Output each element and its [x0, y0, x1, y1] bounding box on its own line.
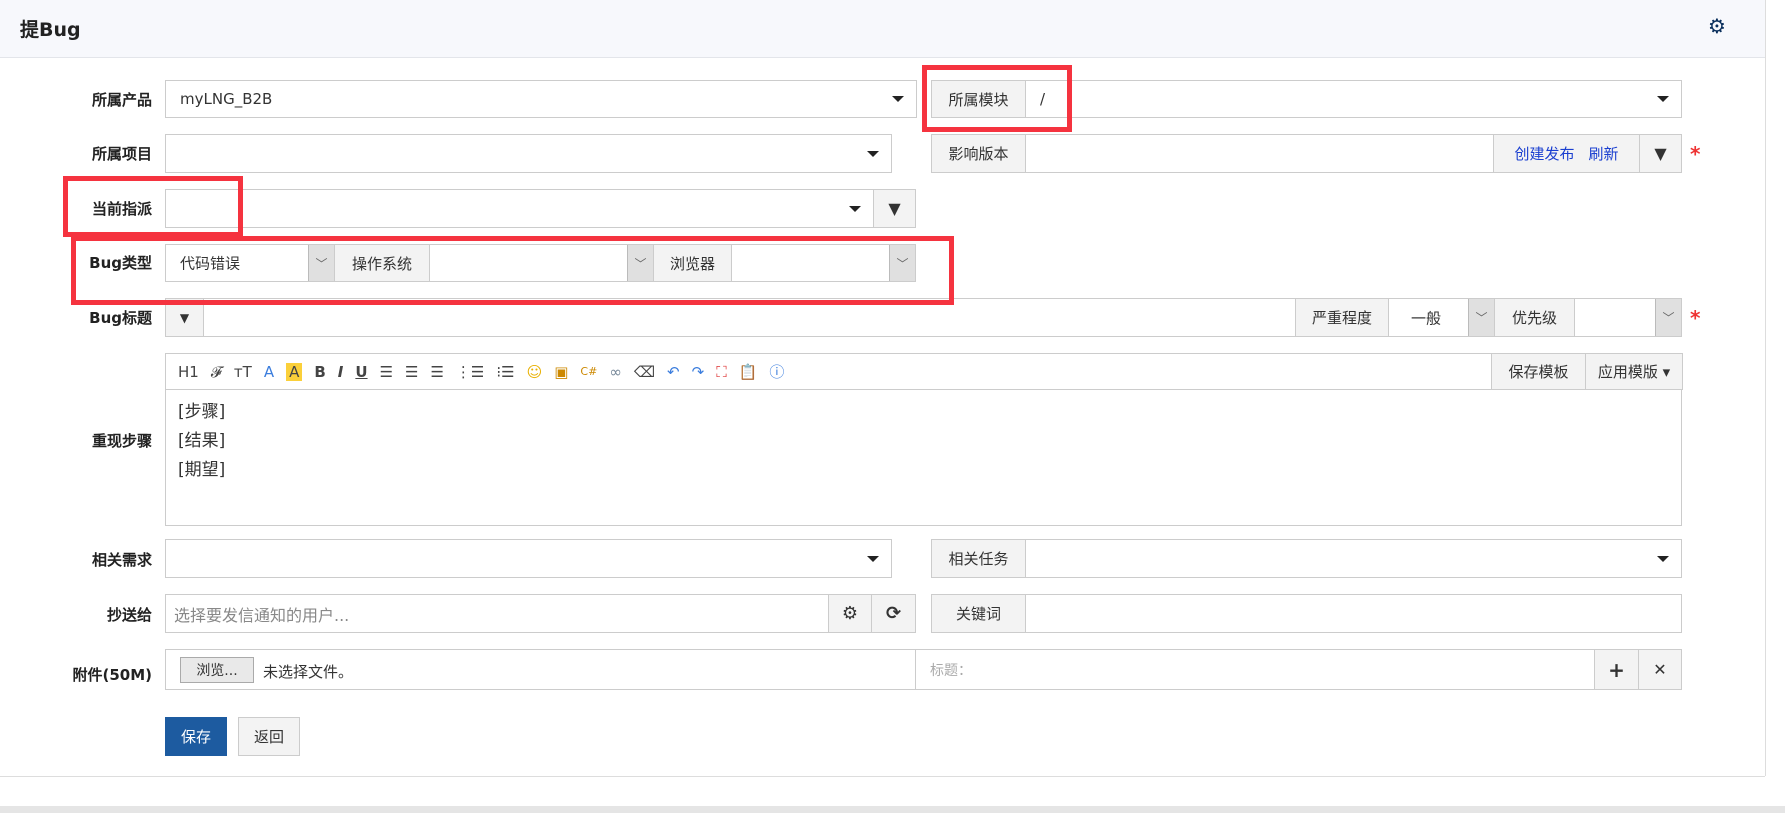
undo-icon[interactable]: ↶ [667, 363, 680, 381]
add-file-icon[interactable]: + [1594, 649, 1639, 690]
product-value: myLNG_B2B [180, 90, 273, 108]
italic-button[interactable]: I [338, 363, 344, 381]
project-select[interactable] [165, 134, 892, 173]
title-label: Bug标题 [89, 309, 152, 327]
file-title-input[interactable]: 标题： [915, 649, 1595, 690]
no-file-text: 未选择文件。 [263, 663, 354, 681]
font-family-button[interactable]: 𝓕 [211, 363, 222, 381]
required-mark: * [1690, 306, 1701, 330]
task-label: 相关任务 [931, 539, 1026, 578]
chevron-down-icon: ﹀ [1468, 299, 1494, 336]
link-icon[interactable]: ∞ [609, 363, 622, 381]
save-button[interactable]: 保存 [165, 717, 227, 756]
chevron-down-icon [867, 150, 879, 157]
page-title: 提Bug [20, 19, 81, 41]
mailto-label: 抄送给 [106, 606, 152, 624]
apply-template-button[interactable]: 应用模版 ▾ [1585, 353, 1683, 390]
heading-button[interactable]: H1 [178, 363, 199, 381]
highlight-box [922, 65, 1072, 132]
chevron-down-icon [1657, 96, 1669, 102]
fullscreen-icon[interactable]: ⛶ [716, 363, 727, 381]
create-release-link[interactable]: 创建发布 [1514, 143, 1574, 164]
keywords-label: 关键词 [931, 594, 1026, 633]
remove-file-icon[interactable]: ✕ [1638, 649, 1682, 690]
severity-value: 一般 [1411, 309, 1442, 327]
mailto-placeholder: 选择要发信通知的用户... [174, 605, 350, 625]
story-select[interactable] [165, 539, 892, 578]
priority-select[interactable]: ﹀ [1574, 298, 1682, 337]
severity-select[interactable]: 一般 ﹀ [1388, 298, 1495, 337]
steps-content: [步骤] [结果] [期望] [178, 398, 225, 485]
severity-label: 严重程度 [1295, 298, 1389, 337]
file-input[interactable]: 浏览... 未选择文件。 [165, 649, 916, 690]
steps-editor[interactable]: H1 𝓕 тT A A B I U ☰ ☰ ☰ ⋮☰ ⁝☰ ☺ ▣ C# ∞ ⌫… [165, 353, 1683, 526]
build-actions: 创建发布 刷新 [1493, 134, 1640, 173]
mailto-input[interactable]: 选择要发信通知的用户... [165, 594, 829, 633]
chevron-down-icon [849, 205, 861, 212]
font-size-button[interactable]: тT [234, 363, 252, 381]
emoticon-icon[interactable]: ☺ [527, 363, 543, 381]
story-label: 相关需求 [91, 551, 152, 569]
priority-label: 优先级 [1494, 298, 1575, 337]
redo-icon[interactable]: ↷ [692, 363, 705, 381]
keywords-input[interactable] [1025, 594, 1682, 633]
build-select[interactable] [1025, 134, 1494, 173]
image-icon[interactable]: ▣ [554, 363, 568, 381]
divider [0, 776, 1765, 777]
filter-icon[interactable]: ▼ [873, 189, 916, 228]
back-button[interactable]: 返回 [238, 717, 300, 756]
gear-icon[interactable]: ⚙ [828, 594, 872, 633]
unordered-list-icon[interactable]: ⁝☰ [496, 363, 514, 381]
eraser-icon[interactable]: ⌫ [634, 363, 655, 381]
file-title-placeholder: 标题： [930, 662, 972, 679]
refresh-link[interactable]: 刷新 [1589, 143, 1619, 164]
save-template-button[interactable]: 保存模板 [1491, 353, 1586, 390]
font-color-icon[interactable]: A [264, 363, 274, 381]
steps-line: [期望] [178, 460, 226, 480]
steps-line: [步骤] [178, 402, 226, 422]
bold-button[interactable]: B [314, 363, 325, 381]
editor-toolbar: H1 𝓕 тT A A B I U ☰ ☰ ☰ ⋮☰ ⁝☰ ☺ ▣ C# ∞ ⌫… [166, 354, 1681, 390]
code-icon[interactable]: C# [580, 365, 597, 378]
help-icon[interactable]: ⓘ [769, 361, 784, 382]
chevron-down-icon: ﹀ [1655, 299, 1681, 336]
steps-line: [结果] [178, 431, 226, 451]
assigned-select[interactable] [165, 189, 874, 228]
highlight-box [71, 236, 954, 305]
task-select[interactable] [1025, 539, 1682, 578]
module-select[interactable]: / [1025, 80, 1682, 118]
filter-icon[interactable]: ▼ [1639, 134, 1682, 173]
align-right-icon[interactable]: ☰ [430, 363, 443, 381]
highlight-box [63, 176, 243, 237]
browse-button[interactable]: 浏览... [180, 657, 254, 683]
paste-icon[interactable]: 📋 [739, 363, 758, 381]
apply-template-label: 应用模版 [1597, 363, 1658, 381]
chevron-down-icon [867, 555, 879, 562]
align-left-icon[interactable]: ☰ [380, 363, 393, 381]
refresh-icon[interactable]: ⟳ [871, 594, 916, 633]
page-header: 提Bug ⚙ [0, 0, 1765, 58]
divider [1765, 0, 1766, 776]
ordered-list-icon[interactable]: ⋮☰ [456, 363, 484, 381]
product-label: 所属产品 [91, 91, 152, 109]
project-label: 所属项目 [91, 145, 152, 163]
chevron-down-icon [892, 96, 904, 102]
align-center-icon[interactable]: ☰ [405, 363, 418, 381]
build-label: 影响版本 [931, 134, 1026, 173]
product-select[interactable]: myLNG_B2B [165, 80, 917, 118]
files-label: 附件(50M) [72, 666, 152, 684]
required-mark: * [1690, 142, 1701, 166]
page-footer-strip [0, 806, 1785, 813]
highlight-icon[interactable]: A [286, 362, 303, 381]
gear-icon[interactable]: ⚙ [1708, 14, 1726, 38]
chevron-down-icon [1657, 555, 1669, 562]
underline-button[interactable]: U [355, 363, 367, 381]
steps-label: 重现步骤 [91, 432, 152, 450]
